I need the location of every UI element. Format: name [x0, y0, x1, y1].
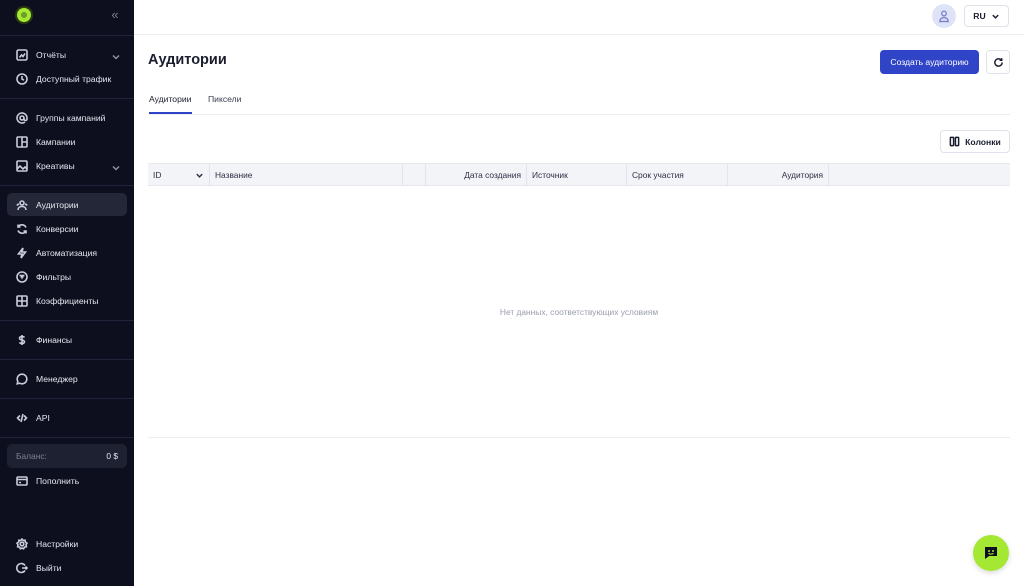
sidebar-divider — [0, 437, 134, 438]
columns-button-label: Колонки — [965, 136, 1001, 147]
sidebar-item-label: Менеджер — [36, 373, 78, 384]
column-header-source[interactable]: Источник — [527, 164, 627, 186]
sidebar-item-label: Автоматизация — [36, 247, 98, 258]
refresh-button[interactable] — [986, 50, 1010, 74]
column-header-name[interactable]: Название — [210, 164, 403, 186]
create-audience-button[interactable]: Создать аудиторию — [880, 50, 979, 74]
chart-icon — [15, 48, 28, 61]
column-header-actions — [829, 164, 1010, 186]
topbar: RU — [134, 0, 1024, 35]
collapse-sidebar-icon[interactable]: « — [108, 8, 122, 22]
grid-icon — [15, 294, 28, 307]
column-header-audience[interactable]: Аудитория — [728, 164, 829, 186]
clock-icon — [15, 72, 28, 85]
column-header-created-date[interactable]: Дата создания — [426, 164, 527, 186]
support-chat-icon — [985, 547, 997, 559]
sidebar-divider — [0, 320, 134, 321]
columns-icon — [949, 136, 960, 147]
layout-icon — [15, 135, 28, 148]
sidebar-item-logout[interactable]: Выйти — [7, 556, 127, 579]
refresh-icon — [993, 57, 1003, 67]
sidebar-item-reports[interactable]: Отчёты — [7, 43, 127, 66]
avatar[interactable] — [932, 4, 956, 28]
logout-icon — [15, 561, 28, 574]
empty-state-text: Нет данных, соответствующих условиям — [499, 307, 659, 317]
sidebar-item-creatives[interactable]: Креативы — [7, 154, 127, 177]
sidebar-item-coefficients[interactable]: Коэффициенты — [7, 289, 127, 312]
sidebar-item-label: Финансы — [36, 334, 73, 345]
settings-icon — [15, 537, 28, 550]
tab-audiences[interactable]: Аудитории — [149, 94, 191, 104]
sidebar-item-filters[interactable]: Фильтры — [7, 265, 127, 288]
column-header-duration[interactable]: Срок участия — [627, 164, 728, 186]
bolt-icon — [15, 246, 28, 259]
sidebar: « Отчёты Доступный трафик Группы кампани… — [0, 0, 134, 586]
column-header-blank — [403, 164, 426, 186]
logo-icon[interactable] — [17, 8, 31, 22]
chevron-down-icon — [111, 160, 121, 171]
sidebar-item-audiences[interactable]: Аудитории — [7, 193, 127, 216]
sidebar-item-label: API — [36, 412, 50, 423]
sidebar-item-label: Настройки — [36, 538, 79, 549]
user-icon — [939, 10, 949, 23]
sidebar-item-settings[interactable]: Настройки — [7, 532, 127, 555]
balance-box: Баланс: 0 $ — [7, 444, 127, 468]
support-chat-button[interactable] — [973, 535, 1009, 571]
sidebar-item-label: Коэффициенты — [36, 295, 99, 306]
sidebar-item-api[interactable]: API — [7, 406, 127, 429]
chevron-down-icon — [196, 173, 203, 178]
sidebar-item-available-traffic[interactable]: Доступный трафик — [7, 67, 127, 90]
sidebar-item-label: Группы кампаний — [36, 112, 106, 123]
sidebar-item-label: Аудитории — [36, 199, 79, 210]
column-header-label: ID — [153, 170, 162, 180]
chevron-down-icon — [991, 14, 999, 19]
sidebar-item-label: Фильтры — [36, 271, 72, 282]
tab-pixels[interactable]: Пиксели — [208, 94, 241, 104]
sidebar-divider — [0, 185, 134, 186]
page-title: Аудитории — [148, 52, 227, 68]
sidebar-item-topup[interactable]: Пополнить — [7, 469, 127, 492]
sidebar-divider — [0, 359, 134, 360]
sidebar-divider — [0, 98, 134, 99]
filter-icon — [15, 270, 28, 283]
balance-label: Баланс: — [16, 451, 47, 461]
sidebar-item-campaign-groups[interactable]: Группы кампаний — [7, 106, 127, 129]
sidebar-item-label: Отчёты — [36, 49, 66, 60]
sidebar-item-label: Пополнить — [36, 475, 80, 486]
app-root: « Отчёты Доступный трафик Группы кампани… — [0, 0, 1024, 586]
users-icon — [15, 198, 28, 211]
table-bottom-divider — [148, 437, 1010, 438]
columns-button[interactable]: Колонки — [940, 130, 1010, 153]
column-header-id[interactable]: ID — [148, 164, 210, 186]
sidebar-item-label: Креативы — [36, 160, 75, 171]
language-value: RU — [973, 11, 986, 21]
tabs-divider — [148, 114, 1010, 115]
dollar-icon — [15, 333, 28, 346]
chat-icon — [15, 372, 28, 385]
sidebar-item-label: Выйти — [36, 562, 62, 573]
sidebar-item-manager[interactable]: Менеджер — [7, 367, 127, 390]
sidebar-item-campaigns[interactable]: Кампании — [7, 130, 127, 153]
sidebar-item-label: Кампании — [36, 136, 76, 147]
balance-value: 0 $ — [106, 451, 118, 461]
language-select[interactable]: RU — [964, 5, 1009, 27]
sidebar-item-label: Конверсии — [36, 223, 79, 234]
chevron-down-icon — [111, 49, 121, 60]
sidebar-divider — [0, 35, 134, 36]
refresh-icon — [15, 222, 28, 235]
sidebar-item-label: Доступный трафик — [36, 73, 112, 84]
table-header: ID Название Дата создания Источник Срок … — [148, 163, 1010, 186]
code-icon — [15, 411, 28, 424]
sidebar-item-automation[interactable]: Автоматизация — [7, 241, 127, 264]
wallet-icon — [15, 474, 28, 487]
sidebar-divider — [0, 398, 134, 399]
at-icon — [15, 111, 28, 124]
image-icon — [15, 159, 28, 172]
sidebar-item-finance[interactable]: Финансы — [7, 328, 127, 351]
sidebar-item-conversions[interactable]: Конверсии — [7, 217, 127, 240]
